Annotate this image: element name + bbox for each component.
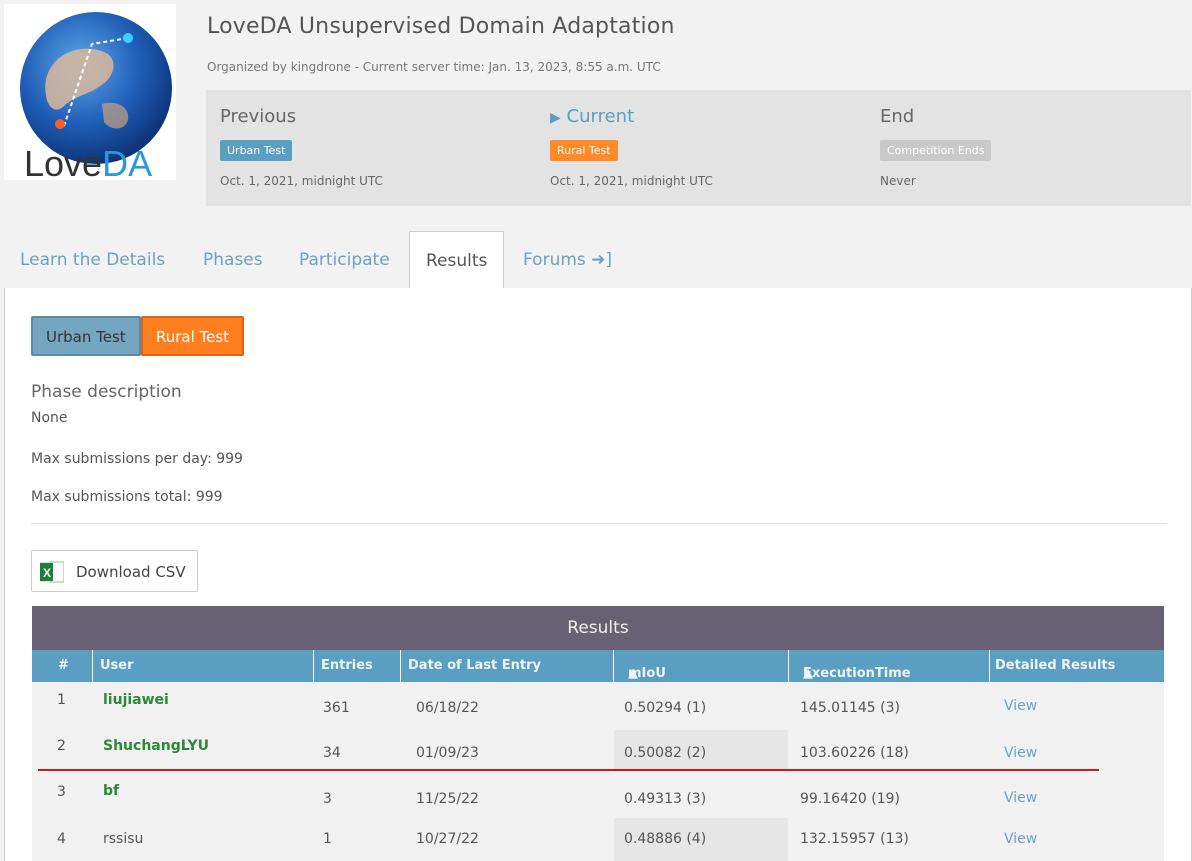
- tab-results[interactable]: Results: [409, 231, 505, 289]
- column-detailed-label: Detailed Results: [995, 658, 1116, 673]
- row-miou: 0.50082 (2): [624, 745, 707, 761]
- max-submissions-total: Max submissions total: 999: [31, 489, 223, 505]
- column-entries-label: Entries: [321, 658, 373, 673]
- row-user[interactable]: bf: [103, 783, 119, 799]
- row-user[interactable]: rssisu: [103, 831, 143, 847]
- column-miou[interactable]: mIoU ▲: [614, 650, 788, 682]
- sign-in-icon: ➜]: [591, 250, 613, 270]
- column-user[interactable]: User: [93, 650, 313, 682]
- phase-description-text: None: [31, 410, 68, 426]
- download-csv-button[interactable]: X Download CSV: [31, 550, 198, 592]
- column-execution-time[interactable]: ExecutionTime ▲: [789, 650, 989, 682]
- phase-previous-badge: Urban Test: [220, 140, 293, 161]
- sort-up-icon: ▲: [803, 666, 813, 681]
- phase-description-title: Phase description: [31, 382, 182, 402]
- phase-current-label: Current: [566, 106, 635, 127]
- row-entries: 361: [323, 700, 350, 716]
- row-entries: 34: [323, 745, 341, 761]
- column-entries[interactable]: Entries: [314, 650, 400, 682]
- row-user[interactable]: ShuchangLYU: [103, 738, 209, 754]
- row-date: 11/25/22: [416, 791, 479, 807]
- row-rank: 2: [57, 738, 66, 754]
- tab-phases[interactable]: Phases: [203, 231, 263, 289]
- row-user[interactable]: liujiawei: [103, 692, 169, 708]
- phase-current-badge: Rural Test: [550, 140, 618, 161]
- page-subtitle: Organized by kingdrone - Current server …: [207, 60, 661, 74]
- row-execution-time: 99.16420 (19): [800, 791, 900, 807]
- divider: [31, 523, 1166, 524]
- phase-previous-heading: Previous: [220, 106, 297, 127]
- tab-participate[interactable]: Participate: [299, 231, 390, 289]
- row-view-link[interactable]: View: [1004, 745, 1037, 761]
- column-user-label: User: [100, 658, 134, 673]
- row-date: 01/09/23: [416, 745, 479, 761]
- row-miou: 0.50294 (1): [624, 700, 707, 716]
- column-rank-label: #: [58, 658, 69, 673]
- max-submissions-per-day: Max submissions per day: 999: [31, 451, 243, 467]
- row-date: 10/27/22: [416, 831, 479, 847]
- column-date[interactable]: Date of Last Entry: [401, 650, 613, 682]
- row-rank: 3: [57, 784, 66, 800]
- phase-current-heading: ▶ Current: [550, 106, 634, 127]
- excel-icon: X: [40, 561, 64, 583]
- row-entries: 3: [323, 791, 332, 807]
- row-execution-time: 132.15957 (13): [800, 831, 909, 847]
- column-exec-text: ExecutionTime: [803, 666, 911, 681]
- svg-text:X: X: [43, 566, 51, 580]
- phase-previous-date: Oct. 1, 2021, midnight UTC: [220, 174, 383, 188]
- phase-current-date: Oct. 1, 2021, midnight UTC: [550, 174, 713, 188]
- row-execution-time: 145.01145 (3): [800, 700, 900, 716]
- sort-up-icon: ▲: [628, 666, 638, 681]
- svg-text:LoveDA: LoveDA: [24, 143, 152, 180]
- row-miou: 0.49313 (3): [624, 791, 707, 807]
- phase-end-heading: End: [880, 106, 915, 127]
- tab-bar: Learn the Details Phases Participate Res…: [4, 231, 1192, 289]
- page-title: LoveDA Unsupervised Domain Adaptation: [207, 14, 675, 39]
- red-annotation-line: [38, 769, 1099, 771]
- column-detailed-results: Detailed Results: [990, 650, 1164, 682]
- row-date: 06/18/22: [416, 700, 479, 716]
- loveda-logo: LoveDA: [4, 4, 176, 180]
- tab-learn-the-details[interactable]: Learn the Details: [20, 231, 165, 289]
- tab-forums[interactable]: Forums ➜]: [523, 231, 612, 289]
- rural-test-button[interactable]: Rural Test: [141, 316, 245, 356]
- row-entries: 1: [323, 831, 332, 847]
- phase-timeline: Previous Urban Test Oct. 1, 2021, midnig…: [206, 90, 1191, 206]
- row-view-link[interactable]: View: [1004, 698, 1037, 714]
- urban-test-button[interactable]: Urban Test: [31, 316, 141, 356]
- column-rank: #: [32, 650, 92, 682]
- phase-end-date: Never: [880, 174, 916, 188]
- row-rank: 4: [57, 831, 66, 847]
- column-date-label: Date of Last Entry: [408, 658, 542, 673]
- phase-end-badge: Competition Ends: [880, 140, 992, 161]
- logo-text-da: DA: [102, 143, 152, 180]
- row-view-link[interactable]: View: [1004, 790, 1037, 806]
- results-table-body: [32, 682, 1164, 861]
- row-rank: 1: [57, 692, 66, 708]
- results-table-title: Results: [32, 606, 1164, 650]
- play-triangle-icon: ▶: [550, 110, 561, 126]
- row-miou: 0.48886 (4): [624, 831, 707, 847]
- tab-forums-label: Forums: [523, 250, 586, 270]
- download-csv-label: Download CSV: [76, 563, 186, 581]
- row-execution-time: 103.60226 (18): [800, 745, 909, 761]
- logo-text-love: Love: [24, 143, 102, 180]
- row-view-link[interactable]: View: [1004, 831, 1037, 847]
